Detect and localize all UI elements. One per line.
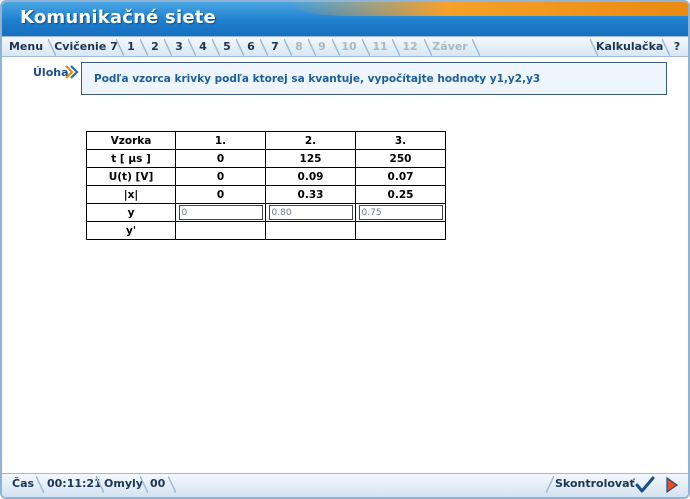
row-label: t [ µs ] (86, 149, 176, 168)
table-cell: 250 (355, 149, 446, 168)
table-cell (265, 203, 356, 222)
table-cell: 0.33 (265, 185, 356, 204)
nav-step-7[interactable]: 7 (266, 37, 284, 57)
separator (168, 476, 176, 493)
nav-step-2[interactable]: 2 (146, 37, 164, 57)
table-cell: 0 (175, 149, 266, 168)
title-bar-accent (288, 2, 688, 16)
nav-step-5[interactable]: 5 (218, 37, 236, 57)
table-row: t [ µs ] 0 125 250 (86, 149, 446, 168)
separator (96, 476, 104, 493)
separator (36, 476, 44, 493)
double-chevron-icon (65, 64, 79, 83)
nav-step-4[interactable]: 4 (194, 37, 212, 57)
table-cell: 0 (175, 185, 266, 204)
nav-step-3[interactable]: 3 (170, 37, 188, 57)
next-arrow-icon[interactable] (662, 475, 686, 495)
y3-input[interactable] (358, 205, 443, 220)
table-header-cell: Vzorka (86, 131, 176, 150)
table-cell: 0.25 (355, 185, 446, 204)
time-value: 00:11:21 (47, 477, 102, 490)
check-label[interactable]: Skontrolovať (555, 474, 635, 496)
separator (546, 476, 554, 493)
row-label: y' (86, 221, 176, 240)
exercise-button[interactable]: Cvičenie 7 (54, 37, 118, 57)
errors-label: Omyly (104, 477, 143, 490)
status-bar: Čas 00:11:21 Omyly 00 Skontrolovať (2, 473, 688, 497)
table-row-y: y (86, 203, 446, 222)
row-label: y (86, 203, 176, 222)
row-label: U(t) [V] (86, 167, 176, 186)
data-table: Vzorka 1. 2. 3. t [ µs ] 0 125 250 U(t) … (86, 131, 446, 240)
table-row: |x| 0 0.33 0.25 (86, 185, 446, 204)
nav-step-12: 12 (402, 40, 418, 53)
nav-bar: Menu Cvičenie 7 1 2 3 4 5 6 7 8 9 10 11 12 Záver Kal… (2, 36, 688, 57)
table-cell (355, 203, 446, 222)
nav-step-9: 9 (318, 40, 326, 53)
app-frame: Komunikačné siete Menu Cvičenie 7 123456… (0, 0, 690, 499)
nav-step-10: 10 (341, 40, 357, 53)
table-row-yprime: y' (86, 221, 446, 240)
calculator-button[interactable]: Kalkulačka (596, 37, 663, 57)
nav-step-1[interactable]: 1 (122, 37, 140, 57)
help-button[interactable]: ? (668, 37, 686, 57)
time-label: Čas (12, 477, 35, 490)
table-cell: 0.09 (265, 167, 356, 186)
nav-step-11: 11 (372, 40, 388, 53)
table-header-row: Vzorka 1. 2. 3. (86, 131, 446, 150)
y1-input[interactable] (178, 205, 263, 220)
title-bar: Komunikačné siete (2, 2, 688, 36)
table-cell (265, 221, 356, 240)
app-title: Komunikačné siete (20, 7, 216, 28)
table-cell (175, 203, 266, 222)
errors-value: 00 (150, 477, 166, 490)
table-cell (175, 221, 266, 240)
nav-step-6[interactable]: 6 (242, 37, 260, 57)
table-row: U(t) [V] 0 0.09 0.07 (86, 167, 446, 186)
task-label: Úloha (33, 66, 69, 79)
task-box: Podľa vzorca krivky podľa ktorej sa kvan… (81, 62, 667, 95)
table-cell: 125 (265, 149, 356, 168)
table-header-cell: 1. (175, 131, 266, 150)
menu-button[interactable]: Menu (6, 37, 46, 57)
task-text: Podľa vzorca krivky podľa ktorej sa kvan… (94, 73, 541, 85)
table-header-cell: 3. (355, 131, 446, 150)
y2-input[interactable] (268, 205, 353, 220)
table-cell (355, 221, 446, 240)
table-header-cell: 2. (265, 131, 356, 150)
nav-step-8: 8 (295, 40, 303, 53)
table-cell: 0 (175, 167, 266, 186)
table-cell: 0.07 (355, 167, 446, 186)
nav-separator (48, 39, 56, 56)
nav-separator (472, 39, 480, 56)
nav-step-13: Záver (432, 40, 468, 53)
checkmark-icon[interactable] (634, 475, 658, 495)
row-label: |x| (86, 185, 176, 204)
separator (140, 476, 148, 493)
